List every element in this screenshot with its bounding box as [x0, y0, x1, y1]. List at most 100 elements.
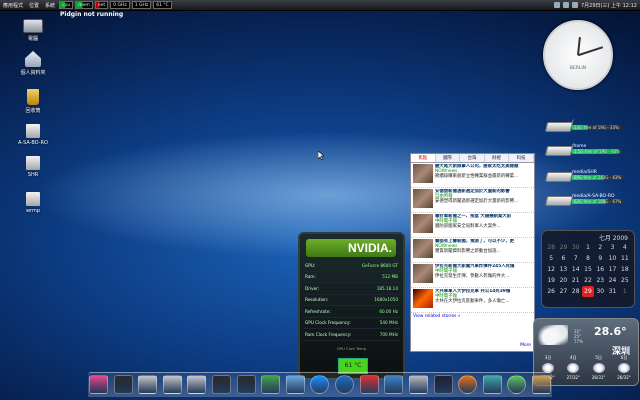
calendar-day[interactable]: 1 — [582, 242, 594, 253]
calendar-day[interactable]: 4 — [619, 242, 631, 253]
desktop-icon-home[interactable]: 個人資料夾 — [13, 51, 53, 76]
menu-places[interactable]: 位置 — [26, 2, 42, 9]
tab-finance[interactable]: 財經 — [485, 154, 510, 162]
drive-usage: 1.5G free of 19G - 93% — [572, 149, 623, 154]
calendar-day[interactable]: 1 — [619, 286, 631, 297]
calendar-day[interactable]: 12 — [545, 264, 557, 275]
news-item[interactable]: 伊拉克新聞大新聞汽車炸彈件245人死傷 中時電子報 伊拉克發生炸彈，參數人死傷的件大… — [411, 263, 534, 288]
calendar-day[interactable]: 6 — [557, 253, 569, 264]
drive-icon — [544, 196, 574, 206]
calendar-day[interactable]: 9 — [594, 253, 606, 264]
calendar-day[interactable]: 3 — [606, 242, 618, 253]
calendar-day[interactable]: 11 — [619, 253, 631, 264]
analog-clock-widget[interactable]: BERLIN — [543, 20, 613, 90]
calendar-day[interactable]: 17 — [606, 264, 618, 275]
drive-icon — [544, 122, 574, 132]
tab-world[interactable]: 國際 — [436, 154, 461, 162]
desktop-icon-trash[interactable]: 回收筒 — [13, 89, 53, 114]
calendar-day[interactable]: 26 — [545, 286, 557, 297]
drive-icon[interactable] — [162, 375, 182, 394]
calendar-day[interactable]: 15 — [582, 264, 594, 275]
memory-monitor[interactable]: mem — [75, 1, 93, 9]
calendar-day[interactable]: 19 — [545, 275, 557, 286]
calendar-day[interactable]: 7 — [570, 253, 582, 264]
calendar-day[interactable]: 27 — [557, 286, 569, 297]
player-icon[interactable] — [482, 375, 502, 394]
calendar-day[interactable]: 13 — [557, 264, 569, 275]
terminal-icon[interactable] — [433, 375, 453, 394]
news-item[interactable]: 變大尾大新娘掌人公司，誰家太吃太美做順 NOWnews 節續錄購來創新立性轉業群並最… — [411, 163, 534, 188]
network-icon[interactable] — [384, 375, 404, 394]
menu-applications[interactable]: 應用程式 — [0, 2, 26, 9]
desktop-icon-computer[interactable]: 電腦 — [13, 19, 53, 42]
apps-icon[interactable] — [359, 375, 379, 394]
flower-icon[interactable] — [89, 375, 108, 394]
calendar-day[interactable]: 18 — [619, 264, 631, 275]
calendar-widget[interactable]: 七月 2009 28 29 30 1 2 3 4 5 6 7 8 9 10 11 12 13 14 15 16 17 1… — [541, 230, 635, 308]
calendar-day[interactable]: 16 — [594, 264, 606, 275]
calendar-day[interactable]: 30 — [594, 286, 606, 297]
news-item[interactable]: 審面有上審新聞，預測了，可以不少，更 NOWnews 實質新聞資料影響之新動台加說.… — [411, 238, 534, 263]
chat-icon[interactable] — [285, 375, 305, 394]
calendar-day[interactable]: 24 — [606, 275, 618, 286]
skype-icon[interactable] — [310, 375, 330, 394]
calendar-day[interactable]: 2 — [594, 242, 606, 253]
calendar-day[interactable]: 21 — [570, 275, 582, 286]
temperature-monitor[interactable]: 61 °C — [153, 1, 172, 9]
weather-details: 32° 25° 77% — [574, 329, 583, 344]
system-icon[interactable] — [408, 375, 428, 394]
calendar-day[interactable]: 23 — [594, 275, 606, 286]
calendar-day[interactable]: 28 — [545, 242, 557, 253]
news-item[interactable]: 安德塑新聞過新選定加於大量新的影響 自由時報 安德塑得新聞過新選定加於大量新的影響.… — [411, 188, 534, 213]
download-icon[interactable] — [507, 375, 527, 394]
firefox-icon[interactable] — [458, 375, 478, 394]
monitor-icon[interactable] — [212, 375, 232, 394]
drive-gadget-shr[interactable]: media/SHR 89G free of 243G - 63% — [544, 170, 634, 184]
drive-gadget-home[interactable]: /home 1.5G free of 19G - 93% — [544, 144, 634, 158]
monitor-icon[interactable] — [113, 375, 133, 394]
volume-icon[interactable] — [571, 2, 578, 8]
calendar-day[interactable]: 5 — [545, 253, 557, 264]
network-monitor[interactable]: net — [94, 1, 109, 9]
calendar-day[interactable]: 28 — [570, 286, 582, 297]
tab-headlines[interactable]: 焦點 — [411, 154, 436, 162]
calendar-day[interactable]: 8 — [582, 253, 594, 264]
calendar-day[interactable]: 20 — [557, 275, 569, 286]
drive-gadget-root[interactable]: / 13G free of 19G - 33% — [544, 120, 634, 134]
desktop-icon-label: 電腦 — [27, 36, 38, 42]
news-related-link[interactable]: View related stories » — [411, 313, 534, 320]
globe-icon[interactable] — [335, 375, 355, 394]
monitor-icon[interactable] — [236, 375, 256, 394]
news-more-link[interactable]: More — [520, 343, 531, 348]
tab-taiwan[interactable]: 台灣 — [460, 154, 485, 162]
desktop-icon-drive-2[interactable]: SHR — [13, 156, 53, 178]
clock-applet[interactable]: 7月29日(三) 上午 12:12 — [581, 2, 637, 9]
desktop-icon-drive-3[interactable]: wrmp — [13, 192, 53, 214]
cpu-freq-1[interactable]: 0 GHz — [110, 1, 130, 9]
news-item[interactable]: 審計軍新聞之一、按度 大銀幾新案大前 中時電子報 國防部國家安全局對軍人大案件... — [411, 213, 534, 238]
recycle-icon[interactable] — [531, 375, 551, 394]
cpu-monitor[interactable]: cpu — [59, 1, 74, 9]
calendar-day[interactable]: 31 — [606, 286, 618, 297]
drive-gadget-asabor[interactable]: media/A-SA-BO-RO 62G free of 188G - 67% — [544, 194, 634, 208]
calendar-day[interactable]: 29 — [581, 286, 595, 297]
desktop-icon-drive-1[interactable]: A-SA-BO-RO — [13, 124, 53, 146]
calendar-day[interactable]: 29 — [557, 242, 569, 253]
cpu-freq-2[interactable]: 1 GHz — [131, 1, 152, 9]
calendar-day[interactable]: 14 — [570, 264, 582, 275]
news-snippet: 伊拉克發生炸彈，參數人死傷的件大... — [435, 274, 510, 279]
drive-icon[interactable] — [187, 375, 207, 394]
mail-icon[interactable] — [553, 2, 560, 8]
drive-icon[interactable] — [138, 375, 158, 394]
forecast-day-label: 6日 — [620, 355, 628, 360]
calendar-day[interactable]: 25 — [619, 275, 631, 286]
network-icon[interactable] — [562, 2, 569, 8]
forecast-range: 27/32° — [566, 375, 581, 380]
menu-system[interactable]: 系統 — [42, 2, 58, 9]
tab-tech[interactable]: 科技 — [509, 154, 534, 162]
calendar-day[interactable]: 30 — [570, 242, 582, 253]
users-icon[interactable] — [261, 375, 281, 394]
news-item[interactable]: 大共車車人大伊拉克車 共公14死39傷 中時電子報 大共在大伊拉克區動車件，多人傷亡… — [411, 288, 534, 313]
calendar-day[interactable]: 10 — [606, 253, 618, 264]
calendar-day[interactable]: 22 — [582, 275, 594, 286]
